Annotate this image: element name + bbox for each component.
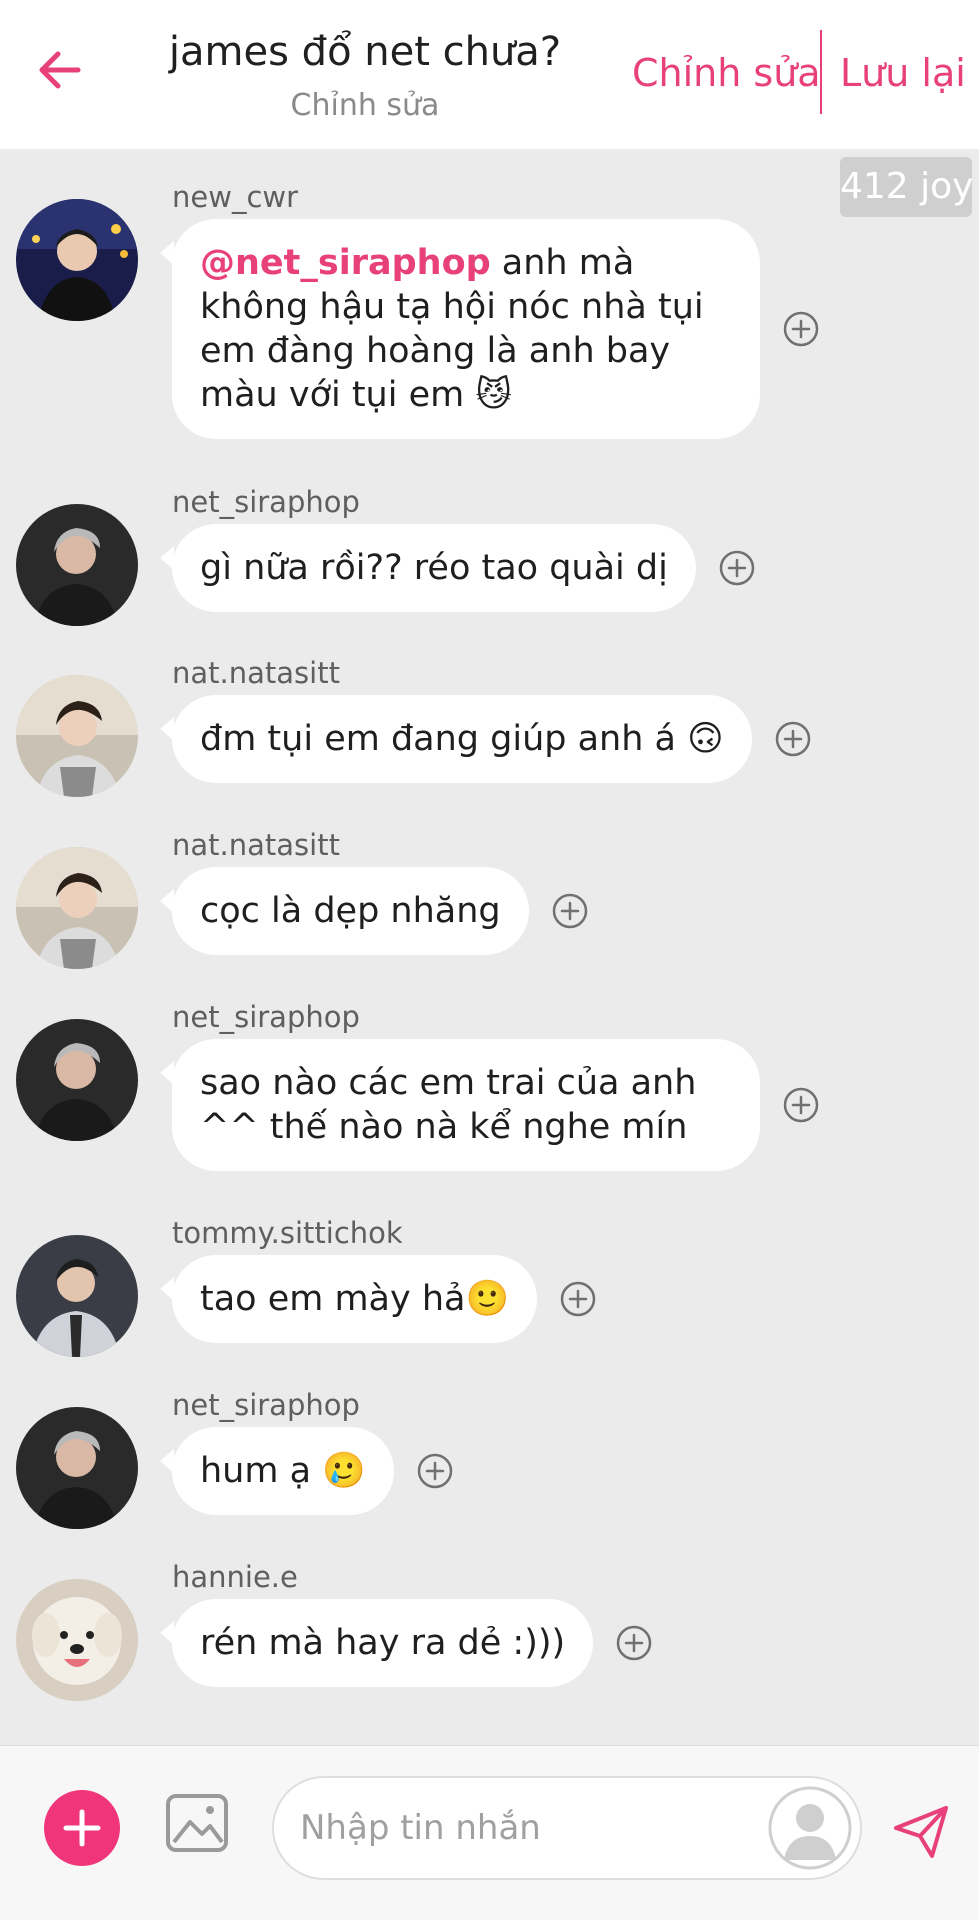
bubble-row: @net_siraphop anh mà không hậu tạ hội nó… bbox=[160, 219, 820, 439]
image-button[interactable] bbox=[164, 1790, 230, 1856]
avatar[interactable] bbox=[16, 675, 138, 797]
message-text: đm tụi em đang giúp anh á 🙃 bbox=[200, 719, 724, 759]
page-subtitle: Chỉnh sửa bbox=[290, 88, 440, 123]
message-text: sao nào các em trai của anh ^^ thế nào n… bbox=[200, 1063, 697, 1147]
message-bubble[interactable]: @net_siraphop anh mà không hậu tạ hội nó… bbox=[160, 219, 760, 439]
back-button[interactable] bbox=[30, 40, 90, 100]
send-button[interactable] bbox=[888, 1798, 954, 1864]
title-block: james đổ net chưa? Chỉnh sửa bbox=[150, 22, 580, 126]
username[interactable]: net_siraphop bbox=[172, 1385, 360, 1425]
message-bubble[interactable]: đm tụi em đang giúp anh á 🙃 bbox=[160, 695, 752, 783]
username[interactable]: nat.natasitt bbox=[172, 825, 340, 865]
message-text: rén mà hay ra dẻ :))) bbox=[200, 1623, 566, 1663]
avatar[interactable] bbox=[16, 1235, 138, 1357]
header-divider bbox=[820, 30, 822, 114]
plus-circle-icon[interactable] bbox=[615, 1624, 653, 1662]
arrow-left-icon bbox=[39, 51, 81, 89]
message-text: hum ạ 🥲 bbox=[200, 1451, 366, 1491]
plus-circle-icon[interactable] bbox=[559, 1280, 597, 1318]
message-bubble[interactable]: gì nữa rồi?? réo tao quài dị bbox=[160, 524, 696, 612]
joy-badge: 412 joy bbox=[840, 157, 974, 217]
username[interactable]: hannie.e bbox=[172, 1557, 298, 1597]
plus-circle-icon[interactable] bbox=[774, 720, 812, 758]
username[interactable]: nat.natasitt bbox=[172, 653, 340, 693]
bubble-row: gì nữa rồi?? réo tao quài dị bbox=[160, 524, 756, 612]
avatar[interactable] bbox=[16, 847, 138, 969]
avatar[interactable] bbox=[16, 1579, 138, 1701]
plus-circle-icon[interactable] bbox=[782, 1086, 820, 1124]
message-text: gì nữa rồi?? réo tao quài dị bbox=[200, 548, 668, 588]
avatar-selector[interactable] bbox=[768, 1786, 852, 1870]
edit-button[interactable]: Chỉnh sửa bbox=[632, 48, 821, 98]
avatar[interactable] bbox=[16, 504, 138, 626]
message-bubble[interactable]: tao em mày hả🙂 bbox=[159, 1255, 538, 1343]
send-icon bbox=[894, 1806, 948, 1858]
message-bubble[interactable]: hum ạ 🥲 bbox=[160, 1427, 394, 1515]
username[interactable]: tommy.sittichok bbox=[172, 1213, 403, 1253]
bubble-row: cọc là dẹp nhăng bbox=[160, 867, 589, 955]
bubble-row: rén mà hay ra dẻ :))) bbox=[159, 1599, 653, 1687]
plus-icon bbox=[63, 1809, 101, 1847]
plus-circle-icon[interactable] bbox=[718, 549, 756, 587]
bubble-row: đm tụi em đang giúp anh á 🙃 bbox=[160, 695, 812, 783]
message-list[interactable]: 412 joy new_cwr @net_siraphop anh mà khô… bbox=[0, 149, 979, 1745]
plus-circle-icon[interactable] bbox=[416, 1452, 454, 1490]
save-button[interactable]: Lưu lại bbox=[840, 48, 966, 98]
avatar[interactable] bbox=[16, 1019, 138, 1141]
message-bubble[interactable]: rén mà hay ra dẻ :))) bbox=[159, 1599, 594, 1687]
bubble-row: tao em mày hả🙂 bbox=[159, 1255, 597, 1343]
plus-circle-icon[interactable] bbox=[551, 892, 589, 930]
user-silhouette-icon bbox=[768, 1786, 852, 1870]
image-icon bbox=[166, 1794, 228, 1852]
username[interactable]: net_siraphop bbox=[172, 997, 360, 1037]
avatar[interactable] bbox=[16, 1407, 138, 1529]
message-bubble[interactable]: sao nào các em trai của anh ^^ thế nào n… bbox=[160, 1039, 760, 1171]
message-text: tao em mày hả🙂 bbox=[200, 1279, 510, 1319]
message-bubble[interactable]: cọc là dẹp nhăng bbox=[160, 867, 529, 955]
composer-bar bbox=[0, 1745, 979, 1920]
message-text: cọc là dẹp nhăng bbox=[200, 891, 501, 931]
message-input[interactable] bbox=[300, 1800, 710, 1856]
bubble-row: sao nào các em trai của anh ^^ thế nào n… bbox=[160, 1039, 820, 1171]
plus-circle-icon[interactable] bbox=[782, 310, 820, 348]
header: james đổ net chưa? Chỉnh sửa Chỉnh sửa L… bbox=[0, 0, 979, 149]
message-input-wrapper bbox=[272, 1776, 862, 1880]
add-button[interactable] bbox=[44, 1790, 120, 1866]
avatar[interactable] bbox=[16, 199, 138, 321]
username[interactable]: new_cwr bbox=[172, 177, 298, 217]
bubble-row: hum ạ 🥲 bbox=[160, 1427, 454, 1515]
username[interactable]: net_siraphop bbox=[172, 482, 360, 522]
page-title: james đổ net chưa? bbox=[168, 29, 562, 75]
mention-link[interactable]: @net_siraphop bbox=[200, 243, 491, 283]
